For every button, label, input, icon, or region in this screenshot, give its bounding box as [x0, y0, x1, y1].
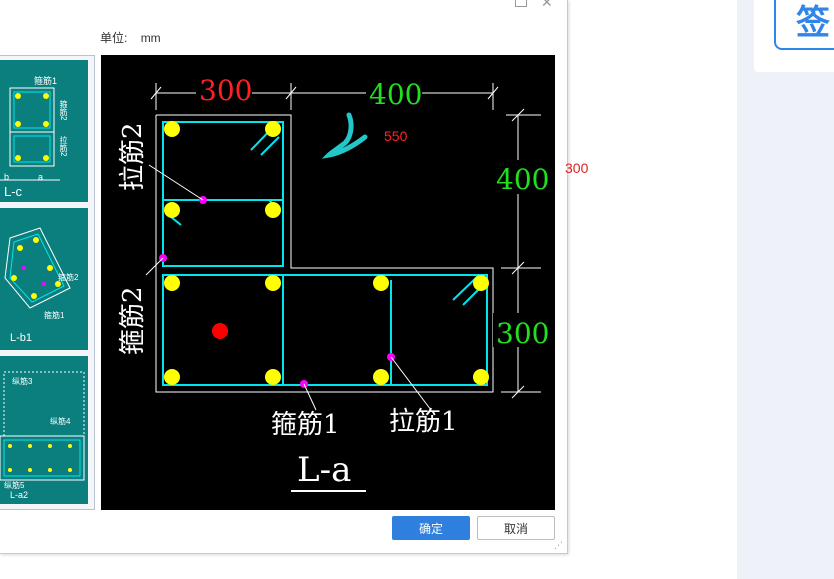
thumb-sub-label: 箍筋2 [59, 100, 68, 121]
section-preview: 300 400 400 300 550 拉筋2 箍筋2 箍筋1 拉筋1 L-a [101, 55, 555, 510]
thumb-sub-label: 箍筋1 [34, 76, 58, 86]
thumb-label: L-c [4, 184, 23, 199]
right-side-panel [737, 0, 834, 579]
label-lajin1: 拉筋1 [389, 407, 458, 437]
dim-right-top: 400 [496, 163, 549, 196]
thumbnail-l-a2[interactable]: 纵筋3 纵筋4 纵筋5 L-a2 [0, 356, 88, 504]
sign-button[interactable]: 签 [774, 0, 834, 50]
thumb-sub-label: 纵筋3 [12, 377, 33, 386]
thumb-sub-label: a [38, 172, 44, 182]
thumb-sub-label: 纵筋4 [50, 417, 71, 426]
thumbnail-l-b1[interactable]: 箍筋2 箍筋1 L-b1 [0, 208, 88, 350]
thumbnail-l-c[interactable]: 箍筋1 箍筋2 拉筋2 b a L-c [0, 60, 88, 202]
thumb-sub-label: 箍筋1 [44, 311, 65, 320]
longitudinal-bars [164, 121, 489, 385]
unit-caption: 单位: [100, 31, 128, 45]
cancel-button[interactable]: 取消 [477, 516, 555, 540]
thumb-sub-label: b [4, 172, 10, 182]
insertion-point [212, 323, 228, 339]
cursor-scribble [321, 112, 368, 159]
ok-button[interactable]: 确定 [392, 516, 470, 540]
maximize-icon[interactable] [515, 0, 527, 7]
label-gujin1: 箍筋1 [271, 410, 340, 440]
thumb-label: L-a2 [10, 490, 29, 500]
section-thumbnail-list[interactable]: 箍筋1 箍筋2 拉筋2 b a L-c 箍筋2 箍筋1 L-b1 纵筋3 纵筋4… [0, 55, 95, 510]
dim-top-left: 300 [199, 74, 252, 107]
close-icon[interactable]: ✕ [541, 0, 553, 11]
unit-label: 单位: mm [100, 29, 161, 46]
dim-right-bottom: 300 [496, 317, 549, 350]
annotation-550: 550 [384, 128, 408, 144]
section-name: L-a [297, 450, 351, 490]
unit-value: mm [140, 31, 161, 45]
thumb-sub-label: 箍筋2 [58, 273, 79, 282]
label-gujin2: 箍筋2 [118, 286, 148, 355]
dim-top-right: 400 [369, 78, 422, 111]
thumb-label: L-b1 [10, 332, 33, 344]
label-lajin2: 拉筋2 [118, 122, 148, 191]
section-dialog: ✕ 单位: mm 箍筋1 箍筋2 拉筋2 b a L-c 箍筋2 箍筋1 L-b… [0, 0, 568, 554]
thumb-sub-label: 拉筋2 [59, 136, 68, 157]
section-drawing: 300 400 400 300 550 拉筋2 箍筋2 箍筋1 拉筋1 L-a [118, 73, 549, 492]
resize-grip-icon[interactable]: ⋰ [554, 540, 564, 550]
outside-annotation: 300 [565, 160, 589, 176]
